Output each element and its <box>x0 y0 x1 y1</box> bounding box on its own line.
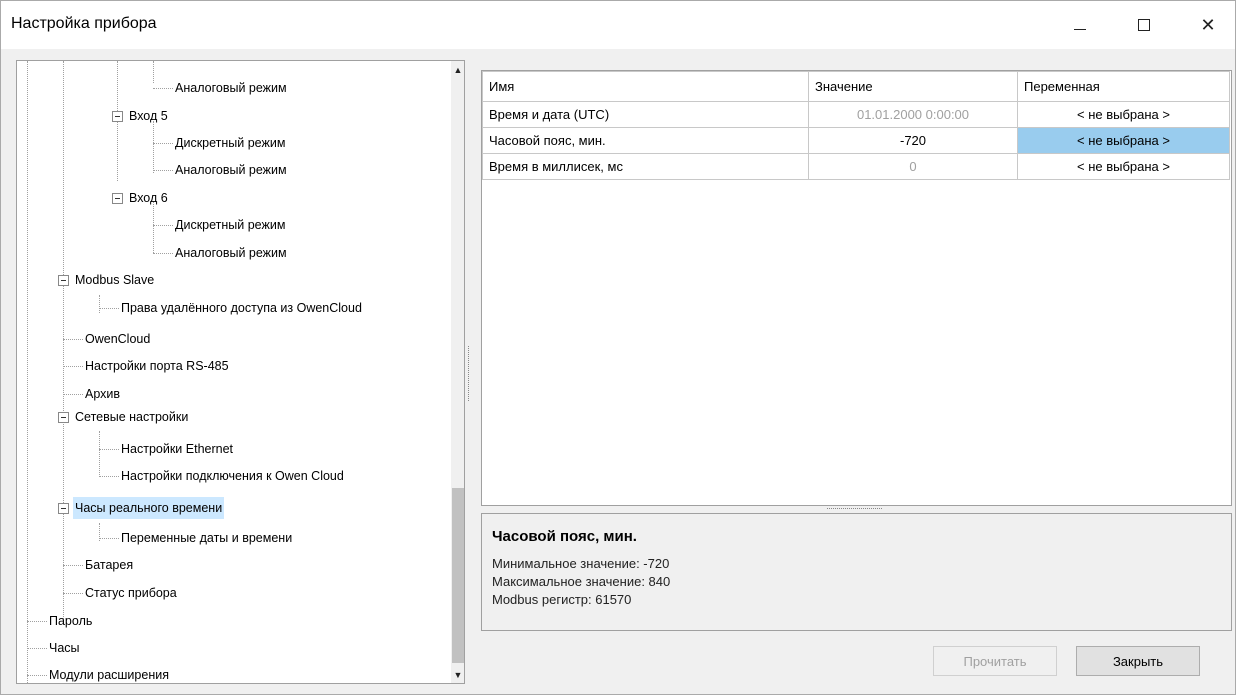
tree-item-real-time-clock[interactable]: Часы реального времени <box>73 497 225 519</box>
scroll-up-icon[interactable]: ▲ <box>451 61 464 78</box>
tree-item-network-settings[interactable]: Сетевые настройки <box>73 406 190 428</box>
row-name[interactable]: Часовой пояс, мин. <box>482 127 809 154</box>
description-panel: Часовой пояс, мин. Минимальное значение:… <box>481 513 1232 631</box>
tree-item-rs485-port[interactable]: Настройки порта RS-485 <box>83 355 231 377</box>
property-table: Имя Значение Переменная Время и дата (UT… <box>482 71 1230 180</box>
column-header-value[interactable]: Значение <box>808 71 1018 102</box>
collapse-modbus-toggle[interactable] <box>58 275 69 286</box>
row-value[interactable]: -720 <box>808 127 1018 154</box>
tree-item-discrete-mode[interactable]: Дискретный режим <box>173 214 287 236</box>
description-title: Часовой пояс, мин. <box>492 528 637 545</box>
row-variable[interactable]: < не выбрана > <box>1017 127 1230 154</box>
maximize-button[interactable] <box>1121 1 1167 49</box>
tree-scrollbar[interactable]: ▲ ▼ <box>451 61 464 683</box>
tree-item-archive[interactable]: Архив <box>83 383 122 405</box>
row-variable[interactable]: < не выбрана > <box>1017 101 1230 128</box>
settings-tree[interactable]: Аналоговый режим Вход 5 Дискретный режим… <box>16 60 465 684</box>
tree-item-ethernet-settings[interactable]: Настройки Ethernet <box>119 438 235 460</box>
row-value: 0 <box>808 153 1018 180</box>
tree-item-owencloud[interactable]: OwenCloud <box>83 328 152 350</box>
title-bar: Настройка прибора ✕ <box>1 1 1235 49</box>
horizontal-splitter[interactable] <box>827 508 882 511</box>
collapse-network-toggle[interactable] <box>58 412 69 423</box>
description-min: Минимальное значение: -720 <box>492 556 670 571</box>
row-variable[interactable]: < не выбрана > <box>1017 153 1230 180</box>
tree-item-analog-mode[interactable]: Аналоговый режим <box>173 242 289 264</box>
window-title: Настройка прибора <box>11 15 157 32</box>
row-name[interactable]: Время в миллисек, мс <box>482 153 809 180</box>
table-row[interactable]: Часовой пояс, мин. -720 < не выбрана > <box>482 127 1230 154</box>
collapse-input6-toggle[interactable] <box>112 193 123 204</box>
tree-item-expansion-modules[interactable]: Модули расширения <box>47 664 171 683</box>
table-row[interactable]: Время в миллисек, мс 0 < не выбрана > <box>482 153 1230 180</box>
read-button[interactable]: Прочитать <box>933 646 1057 676</box>
close-icon: ✕ <box>1200 14 1216 35</box>
close-button[interactable]: Закрыть <box>1076 646 1200 676</box>
tree-item-owen-cloud-connection[interactable]: Настройки подключения к Owen Cloud <box>119 465 346 487</box>
tree-item-clock[interactable]: Часы <box>47 637 82 659</box>
tree-item-input-6[interactable]: Вход 6 <box>127 187 170 209</box>
tree-item-modbus-slave[interactable]: Modbus Slave <box>73 269 156 291</box>
tree-item-discrete-mode[interactable]: Дискретный режим <box>173 132 287 154</box>
close-window-button[interactable]: ✕ <box>1185 1 1231 49</box>
column-header-variable[interactable]: Переменная <box>1017 71 1230 102</box>
tree-item-battery[interactable]: Батарея <box>83 554 135 576</box>
tree-item-owencloud-remote-access[interactable]: Права удалённого доступа из OwenCloud <box>119 297 364 319</box>
property-grid[interactable]: Имя Значение Переменная Время и дата (UT… <box>481 70 1232 506</box>
tree-item-analog-mode[interactable]: Аналоговый режим <box>173 77 289 99</box>
column-header-name[interactable]: Имя <box>482 71 809 102</box>
device-settings-window: Настройка прибора ✕ Аналоговый режим Вхо… <box>0 0 1236 695</box>
tree-item-password[interactable]: Пароль <box>47 610 94 632</box>
row-name[interactable]: Время и дата (UTC) <box>482 101 809 128</box>
description-max: Максимальное значение: 840 <box>492 574 671 589</box>
collapse-rtc-toggle[interactable] <box>58 503 69 514</box>
minimize-button[interactable] <box>1057 1 1103 49</box>
maximize-icon <box>1138 19 1150 31</box>
vertical-splitter[interactable] <box>468 346 471 401</box>
scroll-thumb[interactable] <box>452 488 464 663</box>
minimize-icon <box>1074 28 1086 30</box>
table-row[interactable]: Время и дата (UTC) 01.01.2000 0:00:00 < … <box>482 101 1230 128</box>
tree-item-device-status[interactable]: Статус прибора <box>83 582 179 604</box>
row-value: 01.01.2000 0:00:00 <box>808 101 1018 128</box>
tree-item-analog-mode[interactable]: Аналоговый режим <box>173 159 289 181</box>
collapse-input5-toggle[interactable] <box>112 111 123 122</box>
tree-item-datetime-variables[interactable]: Переменные даты и времени <box>119 527 294 549</box>
tree-item-input-5[interactable]: Вход 5 <box>127 105 170 127</box>
description-register: Modbus регистр: 61570 <box>492 592 632 607</box>
scroll-down-icon[interactable]: ▼ <box>451 666 464 683</box>
